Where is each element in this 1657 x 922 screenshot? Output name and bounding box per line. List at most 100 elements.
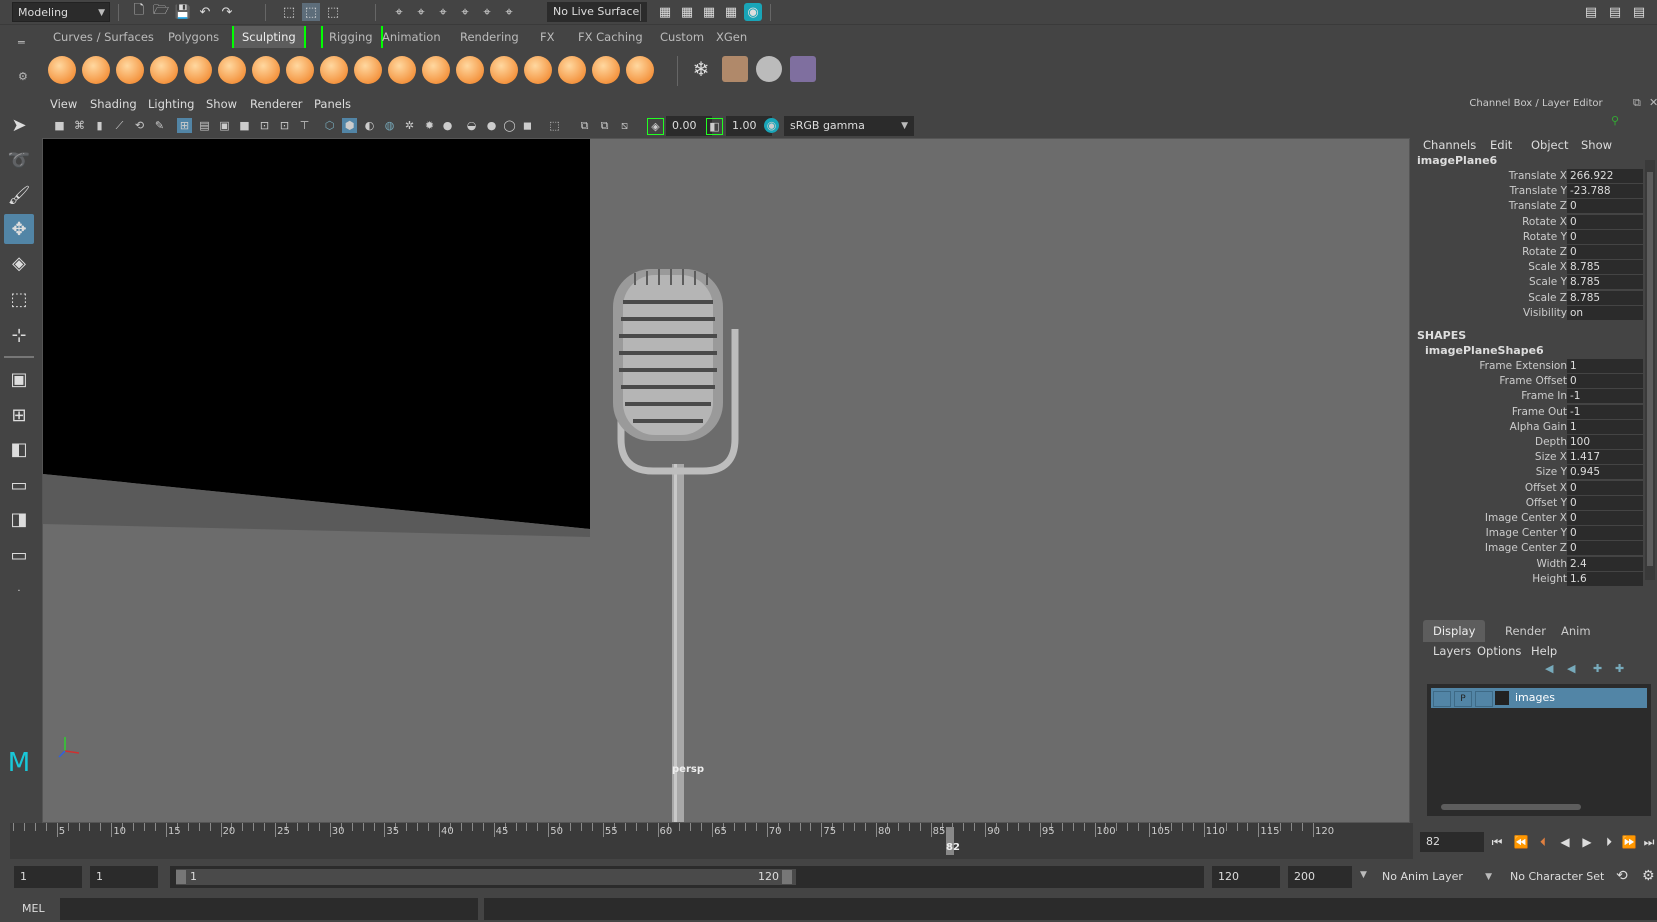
hypershade-icon[interactable]: ▦ [722,3,740,21]
persp-outliner-icon[interactable]: ◧ [4,434,34,464]
current-frame-field[interactable]: 82 [1420,832,1484,852]
material-icon[interactable] [756,56,782,82]
four-view-icon[interactable]: ⊞ [4,400,34,430]
attribute-row[interactable]: Offset X0 [1415,480,1645,496]
snap-live-icon[interactable]: ⌖ [478,3,496,21]
color-space-dropdown[interactable]: sRGB gamma ▼ [784,116,914,136]
range-slider[interactable]: 1 120 [170,866,1204,888]
move-tool-icon[interactable]: ✥ [4,214,34,244]
foamy-tool-icon[interactable] [252,56,280,84]
flatten-tool-icon[interactable] [218,56,246,84]
attribute-value-field[interactable]: 0.945 [1567,465,1643,480]
menu-set-dropdown[interactable]: Modeling ▼ [12,2,110,22]
attribute-row[interactable]: Translate X 266.922 [1415,169,1645,184]
attribute-row[interactable]: Frame Out -1 [1415,404,1645,420]
render-view-icon[interactable]: ◉ [744,3,762,21]
wax-tool-icon[interactable] [388,56,416,84]
play-forward-icon[interactable]: ▶ [1578,833,1596,851]
xray-joints-icon[interactable]: ⧉ [577,118,592,133]
field-chart-icon[interactable]: ⊡ [257,118,272,133]
motion-blur-icon[interactable]: ● [484,118,499,133]
horizontal-scrollbar[interactable] [1431,802,1645,812]
move-layer-up-icon[interactable]: ◀ [1545,662,1553,675]
attribute-row[interactable]: Height 1.6 [1415,571,1645,587]
show-manipulator-icon[interactable]: ⊹ [4,320,34,350]
single-perspective-icon[interactable]: ▣ [4,364,34,394]
channel-box-toggle-icon[interactable]: ▤ [1630,3,1648,21]
scale-tool-icon[interactable]: ⬚ [4,284,34,314]
menu-object[interactable]: Object [1531,138,1568,152]
tab-curves-surfaces[interactable]: Curves / Surfaces [53,26,154,48]
select-component-icon[interactable]: ⬚ [324,3,342,21]
preferences-icon[interactable]: ⚙ [1642,868,1655,884]
attribute-value-field[interactable]: 0 [1567,374,1643,389]
xray-icon[interactable]: ● [440,118,455,133]
safe-title-icon[interactable]: ⊤ [297,118,312,133]
tab-display[interactable]: Display [1423,620,1486,642]
tab-render[interactable]: Render [1495,620,1556,642]
tab-rigging[interactable]: Rigging [321,26,383,48]
render-settings-icon[interactable]: ▦ [656,3,674,21]
attribute-value-field[interactable]: -23.788 [1567,184,1643,199]
multisample-icon[interactable]: ◯ [502,118,517,133]
new-layer-icon[interactable]: ✚ [1593,662,1602,675]
sculpt-tool-icon[interactable] [48,56,76,84]
menu-lighting[interactable]: Lighting [148,94,194,114]
menu-channels[interactable]: Channels [1423,138,1476,152]
tab-fx-caching[interactable]: FX Caching [578,26,643,48]
tab-rendering[interactable]: Rendering [460,26,519,48]
range-end-handle[interactable] [782,870,792,884]
gamma-icon[interactable]: ◧ [706,118,723,135]
layer-playback-toggle[interactable]: P [1454,691,1472,707]
resolution-gate-icon[interactable]: ▣ [217,118,232,133]
menu-panels[interactable]: Panels [314,94,351,114]
color-management-icon[interactable]: ◉ [764,118,779,133]
step-forward-key-icon[interactable]: ⏵ [1600,833,1618,851]
tab-anim[interactable]: Anim [1551,620,1601,642]
paint-select-icon[interactable]: 🖌 [4,180,34,210]
select-object-icon[interactable]: ⬚ [302,3,320,21]
camera-attrs-icon[interactable]: ⌘ [72,118,87,133]
menu-options[interactable]: Options [1477,644,1521,658]
attribute-row[interactable]: Depth 100 [1415,435,1645,450]
tab-sculpting[interactable]: Sculpting [232,26,306,48]
smooth-tool-icon[interactable] [82,56,110,84]
layer-color-swatch[interactable] [1495,691,1509,705]
image-plane-icon[interactable]: ⟋ [112,118,127,133]
render-frame-icon[interactable]: ▦ [678,3,696,21]
smooth-shade-icon[interactable]: ⬢ [342,118,357,133]
attribute-value-field[interactable]: 100 [1567,435,1643,449]
menu-renderer[interactable]: Renderer [250,94,303,114]
hypershade-layout-icon[interactable]: ◨ [4,504,34,534]
new-layer-selected-icon[interactable]: ✚ [1615,662,1624,675]
safe-action-icon[interactable]: ⊡ [277,118,292,133]
attribute-row[interactable]: Frame Extension 1 [1415,359,1645,374]
attribute-row[interactable]: Image Center Y0 [1415,526,1645,541]
attribute-value-field[interactable]: -1 [1567,404,1643,419]
fill-tool-icon[interactable] [456,56,484,84]
tab-xgen[interactable]: XGen [716,26,747,48]
gate-mask-icon[interactable]: ■ [237,118,252,133]
relax-tool-icon[interactable] [116,56,144,84]
shadows-icon[interactable]: ✹ [422,118,437,133]
stamp-icon[interactable] [790,56,816,82]
smear-tool-icon[interactable] [524,56,552,84]
go-to-start-icon[interactable]: ⏮ [1488,833,1506,851]
menu-icon[interactable]: ═ [18,36,25,49]
attribute-row[interactable]: Scale X 8.785 [1415,260,1645,275]
range-start-handle[interactable] [176,870,186,884]
scrape-tool-icon[interactable] [422,56,450,84]
use-all-lights-icon[interactable]: ✲ [402,118,417,133]
persp-graph-icon[interactable]: ▭ [4,470,34,500]
tab-polygons[interactable]: Polygons [168,26,219,48]
redo-icon[interactable]: ↷ [218,3,236,21]
mesh-icon[interactable]: ❄ [688,56,714,82]
attribute-row[interactable]: Alpha Gain 1 [1415,419,1645,435]
pinch-tool-icon[interactable] [184,56,212,84]
chevron-down-icon[interactable]: ▼ [1360,870,1367,880]
close-icon[interactable]: ✕ [1649,96,1657,109]
menu-edit[interactable]: Edit [1490,138,1512,152]
spray-tool-icon[interactable] [286,56,314,84]
attribute-row[interactable]: Rotate Z0 [1415,245,1645,260]
attribute-row[interactable]: Scale Z 8.785 [1415,290,1645,306]
